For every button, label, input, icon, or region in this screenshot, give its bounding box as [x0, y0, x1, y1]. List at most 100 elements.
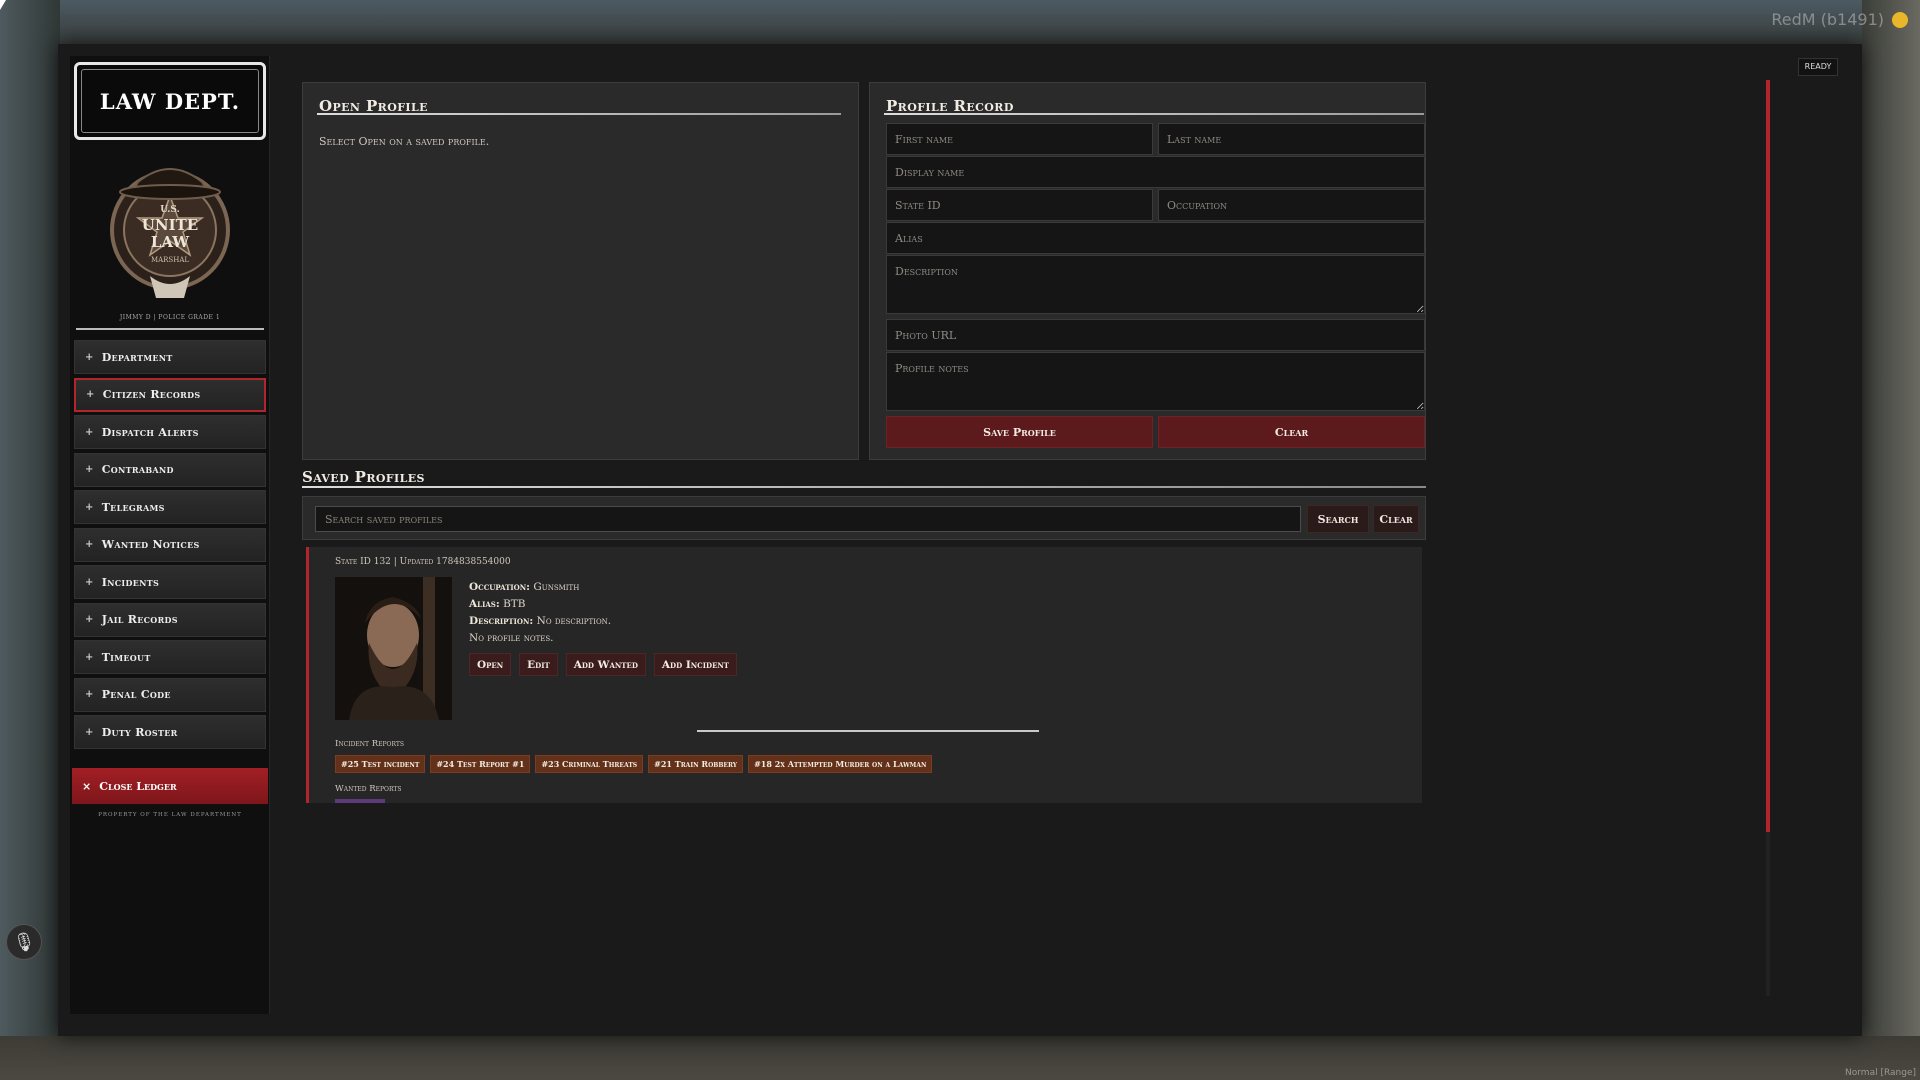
coin-icon — [1892, 12, 1908, 28]
sidebar: LAW DEPT. U.S. UNITE LAW MARSHAL Jimmy D… — [70, 56, 270, 1014]
plus-icon: + — [85, 726, 94, 738]
close-ledger-button[interactable]: × Close Ledger — [72, 768, 268, 804]
sidebar-item-citizen-records[interactable]: + Citizen Records — [74, 377, 266, 412]
close-icon: × — [82, 779, 92, 793]
background-scene-right — [1862, 0, 1920, 1080]
state-id-field[interactable] — [886, 189, 1153, 221]
client-version-text: RedM (b1491) — [1771, 10, 1884, 29]
close-ledger-label: Close Ledger — [99, 779, 177, 793]
plus-icon: + — [85, 464, 94, 475]
marshal-badge-icon: U.S. UNITE LAW MARSHAL — [110, 168, 230, 298]
open-profile-hint: Select Open on a saved profile. — [319, 135, 490, 148]
plus-icon: + — [85, 539, 94, 550]
plus-icon: + — [85, 614, 94, 625]
sidebar-item-telegrams[interactable]: + Telegrams — [74, 490, 266, 524]
occupation-value: Gunsmith — [533, 581, 580, 593]
wanted-tag[interactable] — [335, 799, 385, 803]
logo-text: LAW DEPT. — [99, 88, 241, 114]
badge-text-us: U.S. — [160, 205, 179, 215]
law-ledger-window: LAW DEPT. U.S. UNITE LAW MARSHAL Jimmy D… — [58, 44, 1862, 1036]
sidebar-item-label: Wanted Notices — [101, 538, 200, 551]
profile-actions: Open Edit Add Wanted Add Incident — [469, 653, 738, 676]
background-scene-bottom — [0, 1036, 1920, 1080]
portrait-illustration-icon — [335, 577, 452, 720]
saved-profiles-title: Saved Profiles — [302, 468, 425, 486]
incident-reports-heading: Incident Reports — [335, 739, 404, 749]
alias-label: Alias: — [469, 598, 500, 610]
clear-form-button[interactable]: Clear — [1158, 416, 1425, 448]
badge-text-unite: UNITE — [142, 216, 198, 234]
sidebar-item-dispatch-alerts[interactable]: + Dispatch Alerts — [74, 415, 266, 449]
badge-text-marshal: MARSHAL — [151, 256, 189, 264]
badge-text-law: LAW — [151, 233, 190, 251]
sidebar-item-label: Citizen Records — [102, 388, 201, 401]
occupation-label: Occupation: — [469, 581, 531, 593]
sidebar-item-label: Department — [101, 350, 173, 364]
plus-icon: + — [85, 651, 94, 663]
save-profile-button[interactable]: Save Profile — [886, 416, 1153, 448]
profile-record-panel: Profile Record Save Profile Clear — [869, 82, 1426, 460]
incident-tag[interactable]: #23 Criminal Threats — [535, 755, 644, 773]
sidebar-nav: + Department + Citizen Records + Dispatch A… — [74, 340, 266, 753]
sidebar-item-label: Jail Records — [101, 613, 178, 626]
incident-tag[interactable]: #24 Test Report #1 — [430, 755, 531, 773]
profile-notes-field[interactable] — [886, 352, 1425, 411]
occupation-line: Occupation: Gunsmith — [469, 579, 611, 596]
description-value: No description. — [536, 615, 612, 627]
incident-tag[interactable]: #25 Test incident — [335, 755, 426, 773]
plus-icon: + — [85, 426, 94, 438]
scrollbar-thumb[interactable] — [1766, 80, 1770, 832]
law-dept-logo: LAW DEPT. — [74, 62, 266, 140]
alias-field[interactable] — [886, 222, 1425, 254]
sidebar-divider — [76, 328, 264, 330]
alias-value: BTB — [503, 598, 526, 610]
sidebar-item-label: Contraband — [101, 463, 174, 476]
profile-meta: State ID 132 | Updated 1784838554000 — [335, 557, 511, 567]
alias-line: Alias: BTB — [469, 596, 611, 613]
add-wanted-button[interactable]: Add Wanted — [565, 653, 646, 676]
saved-profiles-search-bar: Search Clear — [302, 496, 1426, 540]
officer-name: Jimmy D | Police Grade 1 — [119, 314, 221, 321]
wanted-reports-heading: Wanted Reports — [335, 784, 402, 794]
sidebar-item-label: Incidents — [101, 575, 160, 589]
plus-icon: + — [85, 501, 94, 513]
profile-info: Occupation: Gunsmith Alias: BTB Descript… — [469, 579, 611, 647]
background-scene-top — [0, 0, 1920, 44]
sidebar-item-jail-records[interactable]: + Jail Records — [74, 602, 266, 637]
open-profile-button[interactable]: Open — [469, 653, 512, 676]
description-line: Description: No description. — [469, 613, 611, 630]
add-incident-button[interactable]: Add Incident — [653, 653, 738, 676]
edit-profile-button[interactable]: Edit — [519, 653, 558, 676]
sidebar-item-department[interactable]: + Department — [74, 340, 266, 374]
sidebar-item-label: Penal Code — [101, 688, 171, 701]
first-name-field[interactable] — [886, 123, 1153, 155]
sidebar-item-contraband[interactable]: + Contraband — [74, 452, 266, 487]
card-divider — [697, 730, 1039, 732]
plus-icon: + — [86, 389, 95, 400]
display-name-field[interactable] — [886, 156, 1425, 188]
photo-url-field[interactable] — [886, 319, 1425, 351]
search-saved-profiles-input[interactable] — [315, 506, 1301, 532]
occupation-field[interactable] — [1158, 189, 1425, 221]
status-badge: Ready — [1798, 58, 1838, 76]
sidebar-item-duty-roster[interactable]: + Duty Roster — [74, 715, 266, 749]
mouse-cursor-icon — [0, 0, 6, 10]
last-name-field[interactable] — [1158, 123, 1425, 155]
description-label: Description: — [469, 615, 534, 627]
search-button[interactable]: Search — [1307, 505, 1369, 533]
notes-line: No profile notes. — [469, 632, 554, 644]
description-field[interactable] — [886, 255, 1425, 314]
plus-icon: + — [85, 576, 94, 588]
background-scene-left — [0, 0, 60, 1080]
incident-tag[interactable]: #21 Train Robbery — [648, 755, 744, 773]
plus-icon: + — [85, 689, 94, 700]
sidebar-item-timeout[interactable]: + Timeout — [74, 640, 266, 674]
sidebar-item-wanted-notices[interactable]: + Wanted Notices — [74, 527, 266, 562]
clear-search-button[interactable]: Clear — [1373, 505, 1419, 533]
profile-photo — [335, 577, 452, 720]
sidebar-item-label: Timeout — [101, 650, 151, 664]
voice-range-text: Normal [Range] — [1845, 1068, 1916, 1078]
sidebar-item-incidents[interactable]: + Incidents — [74, 565, 266, 599]
sidebar-item-penal-code[interactable]: + Penal Code — [74, 677, 266, 712]
incident-tag[interactable]: #18 2x Attempted Murder on a Lawman — [748, 755, 933, 773]
